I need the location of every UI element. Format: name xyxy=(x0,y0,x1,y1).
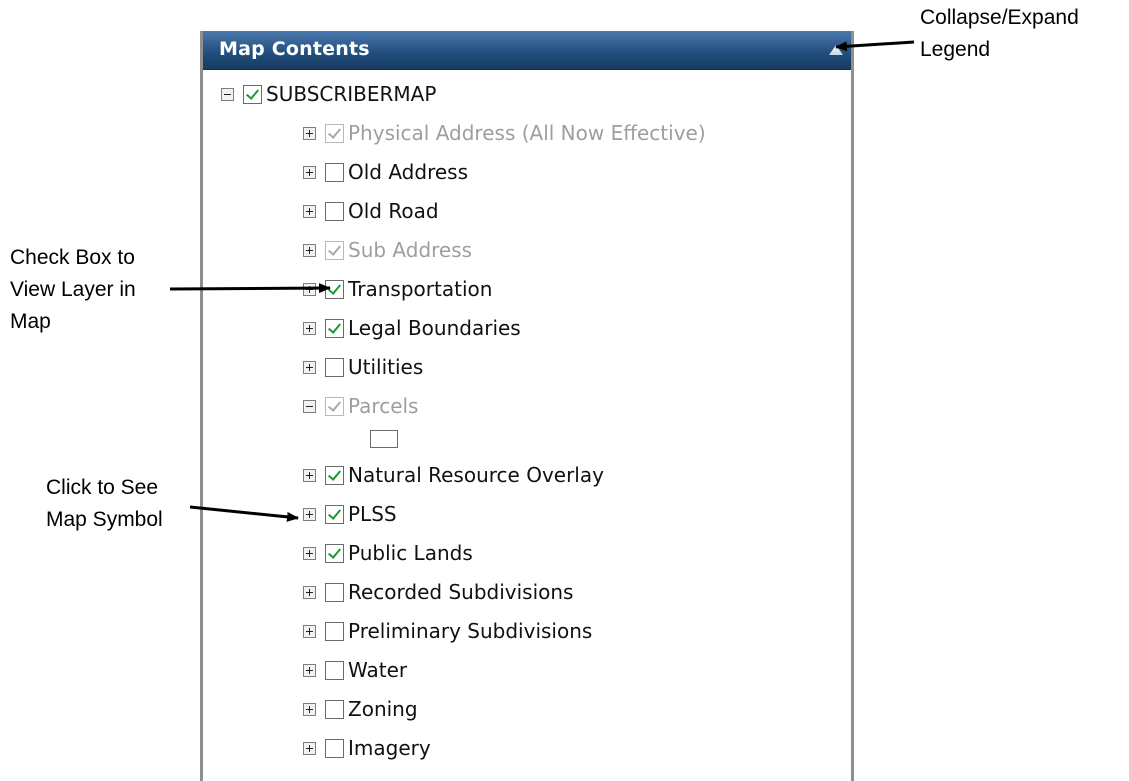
arrow-symbol xyxy=(189,505,299,522)
arrow-collapse xyxy=(835,40,915,52)
arrow-checkbox xyxy=(169,283,331,294)
annotation-arrows xyxy=(169,40,915,522)
